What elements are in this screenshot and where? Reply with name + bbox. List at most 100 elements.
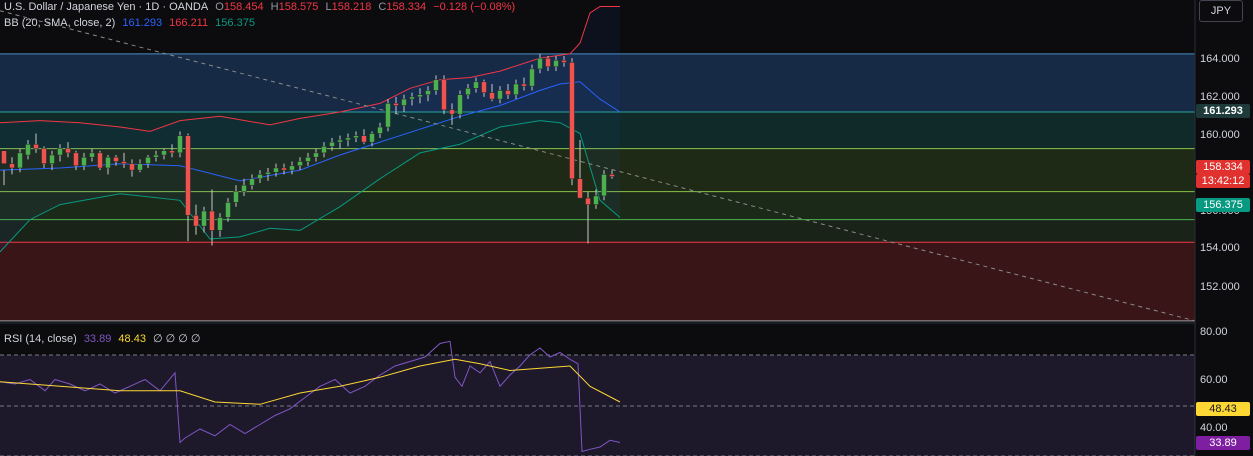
candle-body-67 — [537, 57, 543, 70]
price-tick-162: 162.000 — [1200, 91, 1240, 103]
candle-body-33 — [265, 172, 271, 175]
candle-body-26 — [209, 210, 215, 231]
candle-body-15 — [121, 161, 127, 164]
candle-body-54 — [433, 79, 439, 91]
candle-body-6 — [49, 154, 55, 164]
rsi-legend[interactable]: RSI (14, close) 33.89 48.43 ∅ ∅ ∅ ∅ — [4, 332, 205, 345]
candle-body-12 — [97, 152, 103, 169]
candle-body-71 — [569, 62, 575, 179]
candle-body-63 — [505, 90, 511, 95]
candle-body-66 — [529, 68, 535, 87]
high-label: H — [270, 1, 279, 13]
rsi-value: 33.89 — [83, 333, 112, 345]
bb-upper-value: 166.211 — [169, 17, 209, 29]
candle-body-47 — [377, 126, 383, 134]
lower-band-tag: 156.375 — [1196, 198, 1250, 212]
candle-body-36 — [289, 165, 295, 171]
candle-body-8 — [65, 148, 71, 154]
rsi-tag: 33.89 — [1196, 436, 1250, 450]
price-tick-164: 164.000 — [1200, 53, 1240, 65]
countdown-tag: 13:42:12 — [1196, 174, 1250, 188]
candle-body-38 — [305, 156, 311, 162]
close-value: 158.334 — [386, 1, 427, 13]
symbol-title: U.S. Dollar / Japanese Yen · 1D · OANDA — [4, 1, 209, 13]
price-zone-4 — [0, 219, 1195, 243]
candle-body-65 — [521, 83, 527, 87]
candle-body-43 — [345, 137, 351, 141]
candle-body-27 — [217, 217, 223, 231]
open-label: O — [215, 1, 224, 13]
candle-body-39 — [313, 152, 319, 158]
candle-body-52 — [417, 94, 423, 98]
candle-body-62 — [497, 90, 503, 100]
candle-body-45 — [361, 135, 367, 143]
candle-body-3 — [25, 144, 31, 156]
rsi-tick-80: 80.00 — [1200, 326, 1228, 338]
high-value: 158.575 — [278, 1, 319, 13]
candle-body-31 — [249, 178, 255, 186]
candle-body-5 — [41, 148, 47, 164]
candle-body-25 — [201, 210, 207, 227]
candle-body-40 — [321, 146, 327, 154]
last-price-tag: 158.334 — [1196, 160, 1250, 174]
candle-body-24 — [193, 215, 199, 227]
candle-body-73 — [585, 197, 591, 205]
candle-body-34 — [273, 167, 279, 173]
candle-body-23 — [185, 135, 191, 216]
rsi-tick-40: 40.00 — [1200, 422, 1228, 434]
rsi-tick-60: 60.00 — [1200, 374, 1228, 386]
low-value: 158.218 — [331, 1, 372, 13]
rsi-label: RSI (14, close) — [4, 333, 77, 345]
chart-canvas[interactable] — [0, 0, 1253, 456]
candle-body-10 — [81, 156, 87, 167]
candle-body-61 — [489, 92, 495, 100]
candle-body-21 — [169, 150, 175, 154]
candle-body-11 — [89, 152, 95, 158]
candle-body-1 — [9, 163, 15, 169]
bb-legend[interactable]: BB (20, SMA, close, 2) 161.293 166.211 1… — [4, 17, 259, 29]
change-value: −0.128 (−0.08%) — [433, 1, 516, 13]
candle-body-13 — [105, 156, 111, 169]
candle-body-32 — [257, 174, 263, 179]
rsi-ma-value: 48.43 — [118, 333, 146, 345]
candle-body-53 — [425, 90, 431, 95]
candle-body-59 — [473, 81, 479, 89]
candle-body-76 — [609, 174, 615, 177]
candle-body-28 — [225, 202, 231, 218]
candle-body-17 — [137, 163, 143, 171]
candle-body-20 — [161, 150, 167, 156]
candle-body-2 — [17, 152, 23, 169]
rsi-extra-values: ∅ ∅ ∅ ∅ — [153, 333, 201, 345]
candle-body-75 — [601, 174, 607, 197]
price-tick-160: 160.000 — [1200, 129, 1240, 141]
candle-body-19 — [153, 154, 159, 158]
bb-basis-value: 161.293 — [122, 17, 163, 29]
candle-body-64 — [513, 83, 519, 95]
candle-body-0 — [1, 150, 7, 164]
candle-body-35 — [281, 167, 287, 171]
candle-body-49 — [393, 103, 399, 106]
candle-body-14 — [113, 156, 119, 162]
bb-lower-value: 156.375 — [215, 17, 255, 29]
candle-body-68 — [545, 57, 551, 68]
candle-body-4 — [33, 144, 39, 149]
candle-body-70 — [561, 60, 567, 63]
candle-body-44 — [353, 135, 359, 139]
price-tick-154: 154.000 — [1200, 242, 1240, 254]
candle-body-48 — [385, 103, 391, 128]
candle-body-37 — [297, 161, 303, 167]
candle-body-18 — [145, 156, 151, 164]
candle-body-58 — [465, 88, 471, 95]
candle-body-50 — [401, 98, 407, 106]
basis-price-tag: 161.293 — [1196, 104, 1250, 118]
open-value: 158.454 — [223, 1, 264, 13]
symbol-legend[interactable]: U.S. Dollar / Japanese Yen · 1D · OANDA … — [4, 1, 519, 13]
bb-label: BB (20, SMA, close, 2) — [4, 17, 116, 29]
candle-body-69 — [553, 60, 559, 68]
price-tick-152: 152.000 — [1200, 281, 1240, 293]
candle-body-42 — [337, 139, 343, 143]
currency-button[interactable]: JPY — [1199, 0, 1243, 22]
candle-body-74 — [593, 195, 599, 205]
candle-body-41 — [329, 141, 335, 147]
candle-body-9 — [73, 152, 79, 167]
